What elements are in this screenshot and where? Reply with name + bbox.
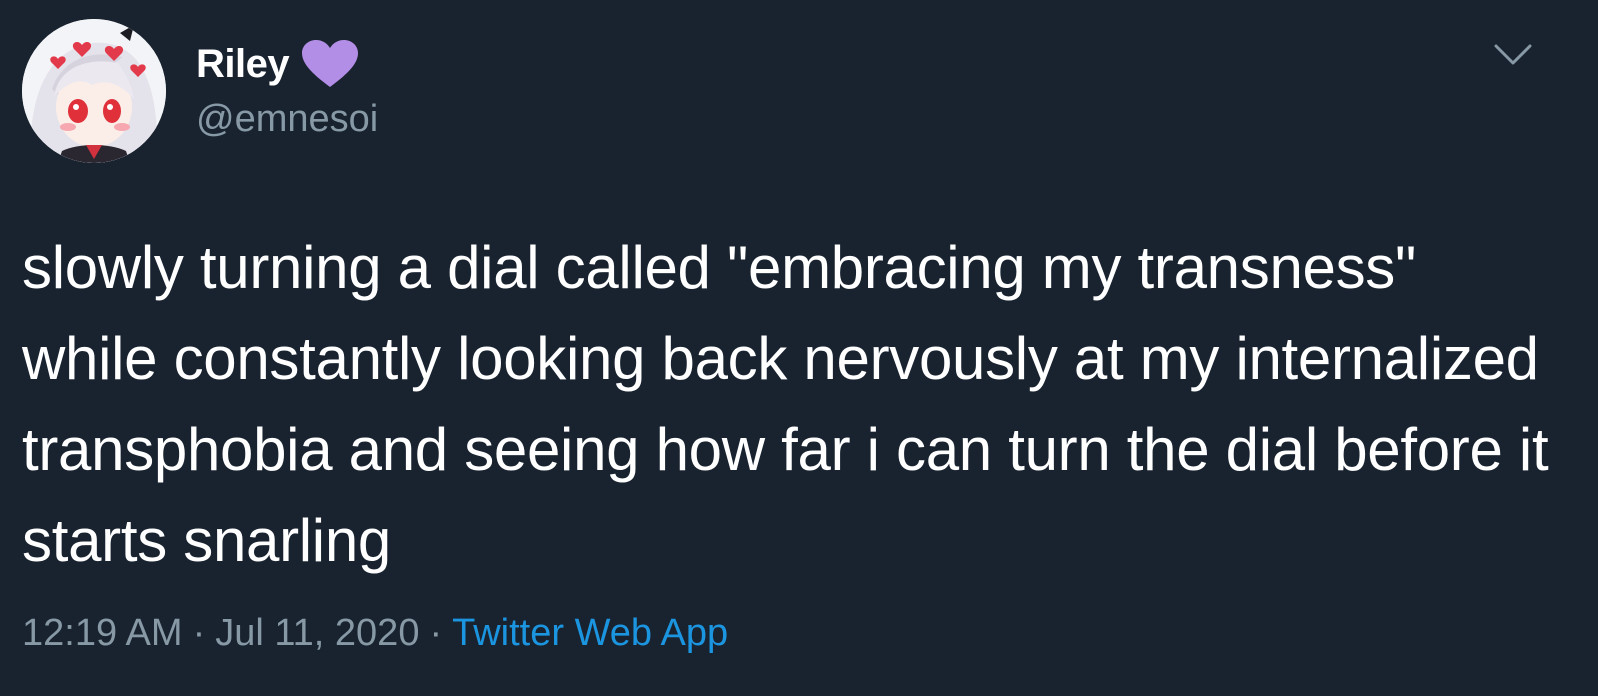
tweet-time[interactable]: 12:19 AM	[22, 612, 183, 654]
author-display-name[interactable]: Riley	[196, 42, 290, 87]
avatar-illustration	[22, 19, 166, 163]
avatar[interactable]	[22, 19, 166, 163]
tweet-card: Riley @emnesoi slowly turning a dial cal…	[0, 0, 1598, 696]
author-name-row: Riley	[196, 36, 359, 92]
purple-heart-icon	[301, 39, 359, 89]
tweet-date[interactable]: Jul 11, 2020	[215, 612, 419, 654]
author-handle[interactable]: @emnesoi	[196, 98, 378, 141]
tweet-metadata: 12:19 AM · Jul 11, 2020 · Twitter Web App	[22, 612, 728, 655]
meta-separator: ·	[429, 612, 443, 654]
meta-separator: ·	[192, 612, 206, 654]
tweet-source-link[interactable]: Twitter Web App	[452, 612, 728, 654]
tweet-text: slowly turning a dial called "embracing …	[22, 234, 1549, 574]
chevron-down-icon[interactable]	[1490, 36, 1536, 72]
